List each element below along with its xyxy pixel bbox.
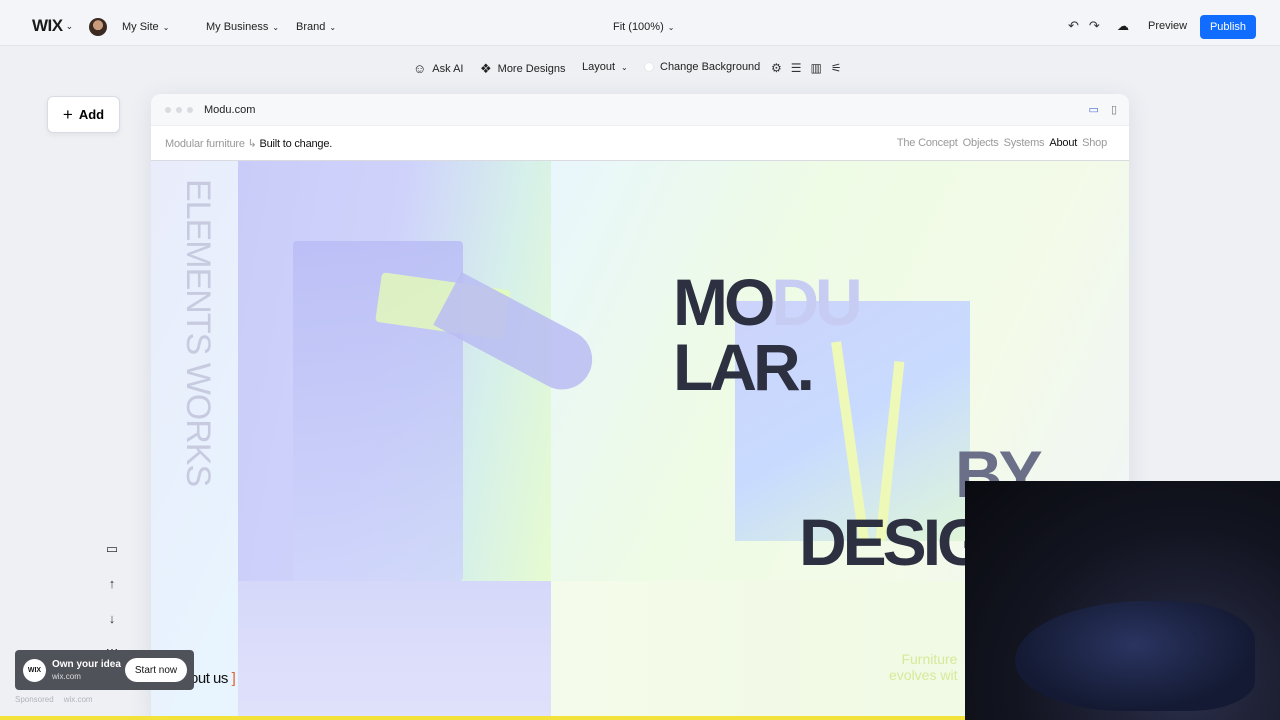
- bracket: ]: [231, 670, 236, 687]
- site-tagline: Modular furniture ↳ Built to change.: [165, 137, 332, 150]
- headline-part: MO: [673, 265, 775, 339]
- brand-menu-label: Brand: [296, 21, 326, 33]
- nav-objects[interactable]: Objects: [963, 137, 999, 149]
- chevron-down-icon: ⌄: [162, 22, 170, 32]
- business-menu[interactable]: My Business ⌄: [206, 21, 279, 33]
- chevron-down-icon: ⌄: [621, 62, 628, 72]
- furniture-caption: Furniture evolves wit: [889, 651, 957, 683]
- more-designs-button[interactable]: ❖ More Designs: [480, 61, 566, 77]
- chevron-down-icon: ⌄: [65, 20, 74, 31]
- preview-button[interactable]: Preview: [1148, 20, 1187, 32]
- webcam-overlay: [965, 481, 1280, 720]
- ad-cta-button[interactable]: Start now: [125, 658, 187, 682]
- chevron-down-icon: ⌄: [667, 22, 675, 32]
- hero-image-bottom-left: [238, 581, 551, 720]
- business-menu-label: My Business: [206, 21, 269, 33]
- nav-the-concept[interactable]: The Concept: [897, 137, 958, 149]
- change-background-label: Change Background: [660, 61, 761, 73]
- site-menu[interactable]: My Site ⌄: [122, 21, 169, 33]
- change-background-button[interactable]: Change Background: [644, 61, 760, 73]
- caption-line: Furniture: [901, 651, 958, 667]
- chevron-down-icon: ⌄: [272, 22, 280, 32]
- logo-text: WIX: [32, 16, 63, 35]
- add-button-label: Add: [78, 107, 105, 122]
- desktop-icon[interactable]: ▭: [1089, 103, 1099, 116]
- columns-icon[interactable]: ▥: [811, 61, 822, 75]
- plus-icon: +: [62, 104, 73, 124]
- caption-line: evolves wit: [889, 667, 958, 683]
- cloud-save-icon[interactable]: ☁: [1117, 19, 1129, 33]
- top-bar: WIX ⌄ My Site ⌄ My Business ⌄ Brand ⌄ Fi…: [0, 0, 1280, 46]
- redo-icon[interactable]: ↷: [1089, 18, 1100, 34]
- brand-menu[interactable]: Brand ⌄: [296, 21, 336, 33]
- tagline-strong: Built to change.: [259, 138, 333, 150]
- browser-bar: Modu.com ▭ ▯: [151, 94, 1129, 126]
- avatar[interactable]: [89, 18, 107, 36]
- sections-icon[interactable]: ☰: [791, 61, 802, 75]
- headline-line-4: DESIG: [799, 505, 988, 579]
- publish-button[interactable]: Publish: [1200, 15, 1256, 39]
- adjust-icon[interactable]: ⚟: [831, 61, 842, 75]
- settings-icon[interactable]: ⚙: [771, 61, 782, 75]
- sponsored-ad[interactable]: WIX Own your idea wix.com Start now: [15, 650, 194, 690]
- headline-line-2: LAR.: [673, 330, 815, 404]
- site-nav: The Concept Objects Systems About Shop: [897, 137, 1107, 149]
- background-swatch-icon: [644, 62, 654, 72]
- add-button[interactable]: + Add: [47, 96, 120, 133]
- ask-ai-button[interactable]: ☺ Ask AI: [413, 61, 463, 76]
- chevron-down-icon: ⌄: [329, 22, 337, 32]
- nav-about[interactable]: About: [1049, 137, 1077, 149]
- wix-ad-logo: WIX: [23, 659, 46, 682]
- more-designs-label: More Designs: [497, 63, 566, 75]
- headline-part-faded: DU: [771, 265, 862, 339]
- layout-label: Layout: [582, 61, 616, 73]
- tagline-muted: Modular furniture ↳: [165, 138, 257, 150]
- hero-image-left: [238, 161, 603, 581]
- undo-redo-group: ↶ ↷: [1068, 18, 1100, 34]
- move-down-icon[interactable]: ↓: [104, 611, 120, 626]
- bottom-highlight-bar: [0, 716, 965, 720]
- vertical-heading: ELEMENTS WORKS: [179, 179, 217, 487]
- ai-face-icon: ☺: [413, 61, 427, 76]
- palette-icon: ❖: [480, 61, 492, 76]
- design-toolbar: ☺ Ask AI ❖ More Designs Layout ⌄ Change …: [0, 61, 1280, 79]
- undo-icon[interactable]: ↶: [1068, 18, 1079, 34]
- tool-icons: ⚙ ☰ ▥ ⚟: [771, 61, 842, 75]
- zoom-menu[interactable]: Fit (100%) ⌄: [613, 21, 674, 33]
- device-toggle: ▭ ▯: [1089, 103, 1117, 116]
- site-url: Modu.com: [204, 104, 256, 116]
- site-menu-label: My Site: [122, 21, 159, 33]
- mobile-icon[interactable]: ▯: [1111, 103, 1117, 116]
- nav-shop[interactable]: Shop: [1082, 137, 1107, 149]
- sponsored-label: Sponsored wix.com: [15, 695, 93, 704]
- ask-ai-label: Ask AI: [432, 62, 464, 75]
- move-up-icon[interactable]: ↑: [104, 576, 120, 591]
- window-dots: [165, 107, 193, 113]
- headline-line-1: MODU: [673, 269, 863, 335]
- layout-menu[interactable]: Layout ⌄: [582, 61, 628, 73]
- nav-systems[interactable]: Systems: [1004, 137, 1045, 149]
- section-icon[interactable]: ▭: [104, 541, 120, 557]
- site-header[interactable]: Modular furniture ↳ Built to change. The…: [151, 126, 1129, 161]
- sponsored-domain: wix.com: [63, 695, 93, 704]
- ad-title: Own your idea: [52, 659, 121, 670]
- sponsored-text: Sponsored: [15, 695, 54, 704]
- zoom-label: Fit (100%): [613, 21, 664, 33]
- wix-logo[interactable]: WIX ⌄: [32, 16, 73, 36]
- ad-subtitle: wix.com: [52, 672, 81, 681]
